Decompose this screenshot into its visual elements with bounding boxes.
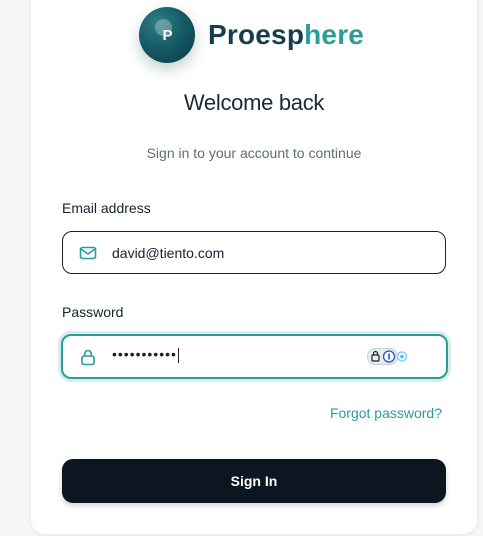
mail-icon [79,246,97,260]
brand-name-part2: here [304,19,365,50]
forgot-password-link[interactable]: Forgot password? [330,405,442,421]
email-field[interactable]: david@tiento.com [62,231,446,274]
brand-header: P Proesp here [139,7,364,63]
password-value: ••••••••••• [112,346,179,363]
text-caret [177,347,179,363]
brand-name-part1: Proesp [208,19,305,50]
page-subtitle: Sign in to your account to continue [146,145,362,161]
password-field[interactable]: ••••••••••• [61,334,448,379]
email-value: david@tiento.com [112,245,225,261]
brand-logo-icon: P [139,7,195,63]
brand-logo-letter: P [162,27,173,44]
password-manager-icon[interactable] [367,348,411,365]
email-label: Email address [62,200,151,216]
brand-name: Proesp here [208,19,364,51]
password-label: Password [62,304,124,320]
sign-in-button[interactable]: Sign In [62,459,446,503]
lock-icon [81,349,95,366]
page-title: Welcome back [183,90,325,115]
